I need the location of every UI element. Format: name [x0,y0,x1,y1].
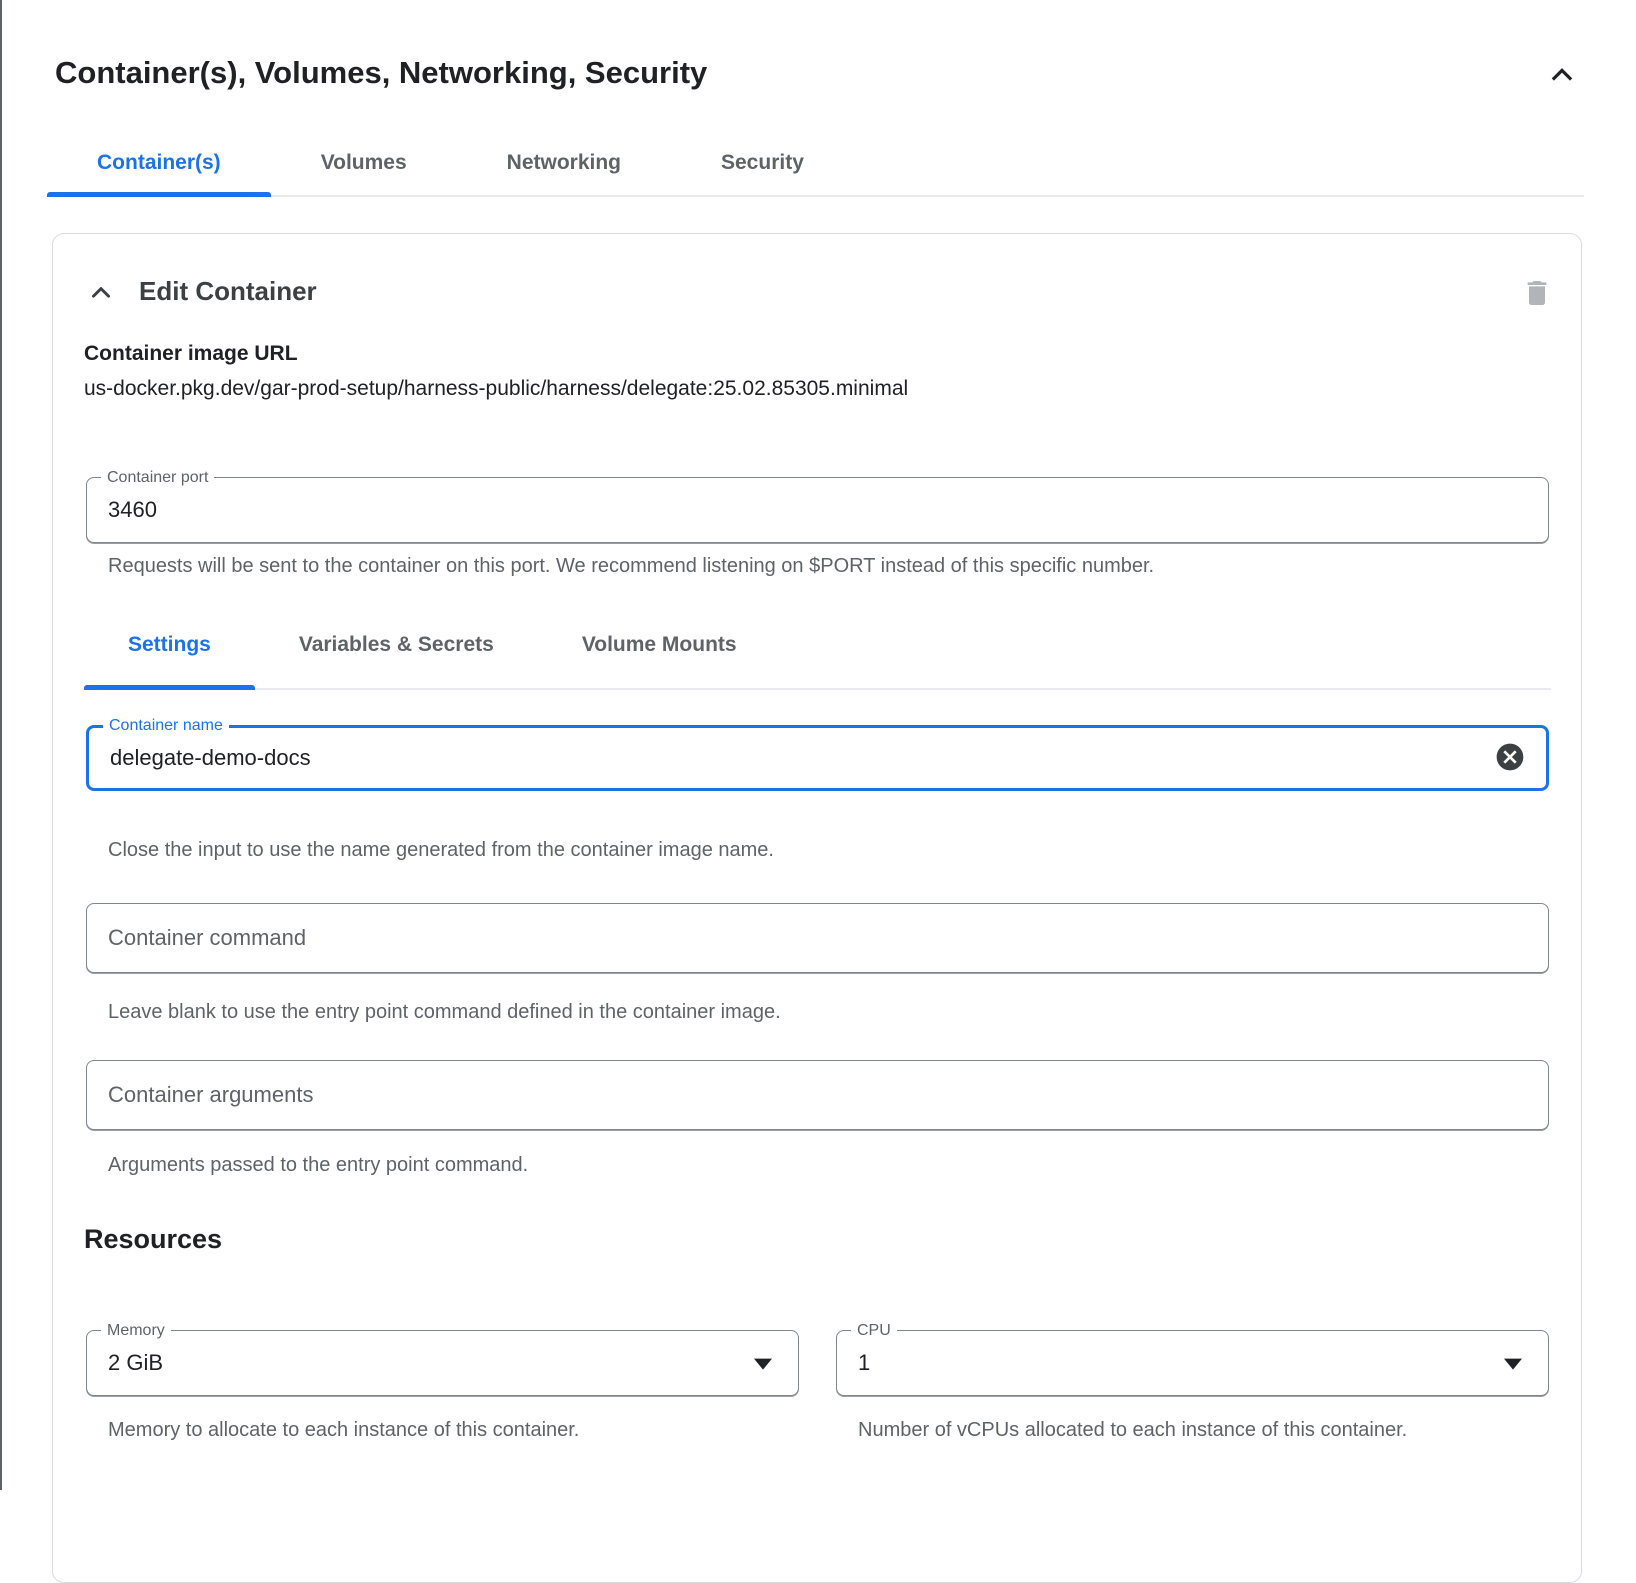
delete-container-button[interactable] [1515,272,1559,316]
page-title: Container(s), Volumes, Networking, Secur… [55,55,707,91]
tab-settings-label: Settings [128,633,211,657]
resources-heading: Resources [84,1224,222,1255]
tab-security-label: Security [721,151,804,175]
container-image-url-value: us-docker.pkg.dev/gar-prod-setup/harness… [84,377,908,401]
tab-networking-label: Networking [507,151,621,175]
container-port-helper: Requests will be sent to the container o… [108,550,1154,583]
chevron-up-icon [86,278,116,311]
container-name-helper: Close the input to use the name generate… [108,834,774,867]
container-inner-tabbar: Settings Variables & Secrets Volume Moun… [84,602,1551,690]
dropdown-arrow-icon [1504,1359,1522,1370]
tab-volume-mounts[interactable]: Volume Mounts [538,602,781,688]
container-arguments-helper: Arguments passed to the entry point comm… [108,1149,528,1182]
tab-variables-secrets[interactable]: Variables & Secrets [255,602,538,688]
tab-settings[interactable]: Settings [84,602,255,688]
tab-volumes-label: Volumes [321,151,407,175]
container-command-field[interactable] [86,903,1549,973]
tab-variables-secrets-label: Variables & Secrets [299,633,494,657]
edit-container-title: Edit Container [139,276,317,307]
dropdown-arrow-icon [754,1359,772,1370]
container-port-input[interactable] [87,478,1548,542]
tab-volumes[interactable]: Volumes [271,130,457,195]
container-name-field[interactable]: Container name [86,725,1549,791]
edit-container-card: Edit Container Container image URL us-do… [52,233,1582,1583]
container-command-input[interactable] [87,904,1548,972]
trash-icon [1521,277,1553,312]
memory-selected-value: 2 GiB [108,1350,163,1376]
chevron-up-icon [1546,59,1578,94]
tab-containers[interactable]: Container(s) [47,130,271,195]
container-port-field[interactable]: Container port [86,477,1549,543]
cpu-helper: Number of vCPUs allocated to each instan… [858,1414,1418,1447]
collapse-section-button[interactable] [1542,56,1582,96]
container-name-input[interactable] [89,728,1546,788]
top-tabbar: Container(s) Volumes Networking Security [47,130,1584,197]
tab-volume-mounts-label: Volume Mounts [582,633,737,657]
cpu-selected-value: 1 [858,1350,870,1376]
edit-container-collapse-button[interactable] [79,272,123,316]
memory-select[interactable]: Memory 2 GiB [86,1330,799,1396]
container-arguments-field[interactable] [86,1060,1549,1130]
clear-input-icon[interactable] [1494,741,1528,775]
cpu-select[interactable]: CPU 1 [836,1330,1549,1396]
container-arguments-input[interactable] [87,1061,1548,1129]
container-image-url-label: Container image URL [84,342,298,366]
tab-security[interactable]: Security [671,130,854,195]
memory-helper: Memory to allocate to each instance of t… [108,1414,788,1447]
memory-label: Memory [101,1321,171,1340]
tab-networking[interactable]: Networking [457,130,671,195]
tab-containers-label: Container(s) [97,151,221,175]
panel-left-edge [0,0,2,1490]
container-command-helper: Leave blank to use the entry point comma… [108,996,781,1029]
cpu-label: CPU [851,1321,897,1340]
